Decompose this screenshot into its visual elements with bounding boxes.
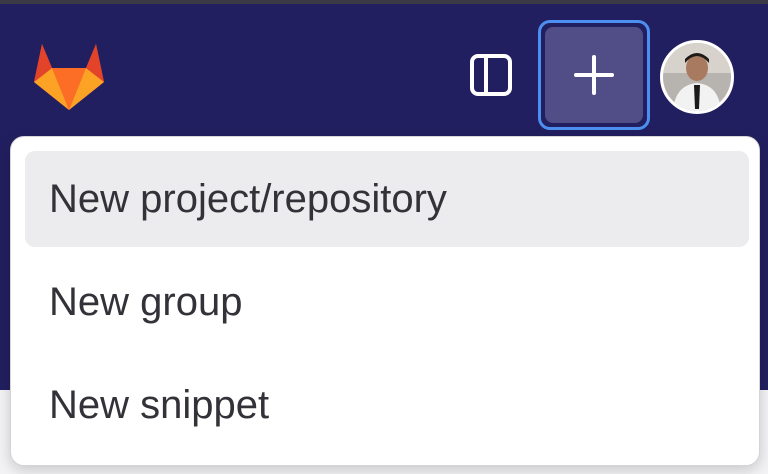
menu-item-new-snippet[interactable]: New snippet bbox=[25, 357, 749, 453]
menu-item-new-project[interactable]: New project/repository bbox=[25, 151, 749, 247]
sidebar-toggle-button[interactable] bbox=[468, 52, 514, 98]
create-new-dropdown: New project/repository New group New sni… bbox=[10, 136, 760, 466]
create-new-button[interactable] bbox=[538, 20, 650, 130]
avatar-photo bbox=[663, 43, 731, 111]
menu-item-new-group[interactable]: New group bbox=[25, 254, 749, 350]
plus-icon bbox=[574, 55, 614, 95]
user-avatar[interactable] bbox=[660, 40, 734, 114]
gitlab-logo-icon[interactable] bbox=[30, 38, 108, 112]
sidebar-toggle-icon bbox=[470, 54, 512, 96]
create-new-button-inner bbox=[545, 27, 643, 123]
